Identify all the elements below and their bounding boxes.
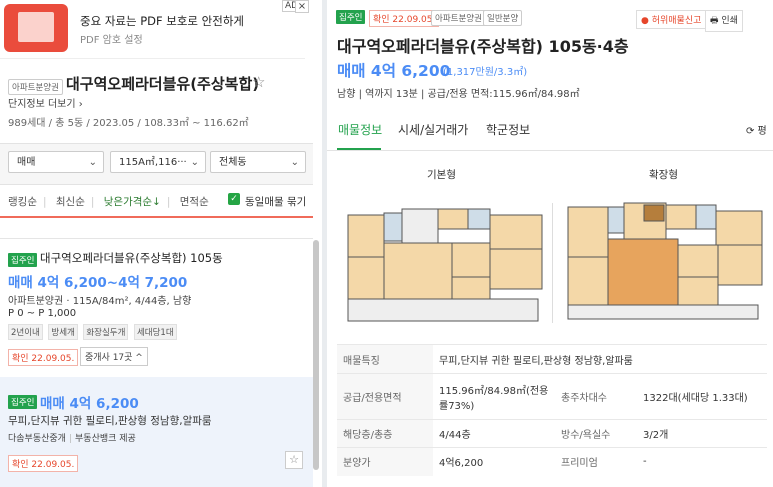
- same-listing-checkbox[interactable]: ✓: [228, 193, 240, 205]
- separator: |: [68, 434, 73, 444]
- spec-value: 1322대(세대당 1.33대): [637, 373, 767, 420]
- trade-type-select[interactable]: 매매 ⌄: [8, 151, 104, 173]
- complex-detail-link[interactable]: 단지정보 더보기 ›: [8, 95, 83, 110]
- spec-table: 매물특징 무피,단지뷰 귀한 필로티,판상형 정남향,알파룸 공급/전용면적 1…: [337, 344, 767, 476]
- detail-price: 매매 4억 6,200: [337, 62, 451, 80]
- divider: [0, 238, 313, 239]
- tab-listing-info[interactable]: 매물정보: [338, 121, 382, 138]
- listing-panel: 중요 자료는 PDF 보호로 안전하게 PDF 암호 설정 AD × 아파트분양…: [0, 0, 322, 487]
- feature-tag: 화장실두개: [83, 324, 129, 340]
- spec-row: 공급/전용면적 115.96㎡/84.98㎡(전용률73%) 총주차대수 132…: [337, 373, 767, 420]
- prev-item-edge: [0, 216, 313, 218]
- tab-school-info[interactable]: 학군정보: [486, 121, 530, 138]
- chevron-down-icon: ⌄: [290, 157, 299, 168]
- floorplan-basic-label: 기본형: [427, 169, 456, 181]
- spec-value: 4/44층: [433, 419, 555, 448]
- spec-value: 115.96㎡/84.98㎡(전용률73%): [433, 373, 555, 420]
- feature-tag: 세대당1대: [133, 324, 177, 340]
- ad-title[interactable]: 중요 자료는 PDF 보호로 안전하게: [80, 13, 244, 29]
- spec-value: 3/2개: [637, 419, 767, 448]
- price-per-unit: (1,317만원/3.3㎡): [443, 67, 528, 78]
- agent-info: 다솜부동산중개 | 부동산뱅크 제공: [8, 431, 136, 444]
- favorite-star-icon[interactable]: ☆: [285, 451, 303, 469]
- confirmed-date: 확인 22.09.05.: [8, 455, 79, 472]
- listing-feature-tags: 2년이내 방세개 화장실두개 세대당1대: [8, 324, 179, 340]
- feature-tag: 방세개: [48, 324, 78, 340]
- listing-feature: 무피,단지뷰 귀한 필로티,판상형 정남향,알파룸: [8, 415, 212, 427]
- dong-value: 전체동: [219, 157, 247, 168]
- listing-detail: 아파트분양권 · 115A/84m², 4/44층, 남향: [8, 296, 192, 307]
- area-value: 115A㎡,116···: [119, 157, 187, 168]
- agent-name[interactable]: 다솜부동산중개: [8, 434, 66, 444]
- owner-tag: 집주인: [8, 395, 38, 409]
- spec-key: 프리미엄: [555, 447, 637, 476]
- spec-value: -: [637, 447, 767, 476]
- ad-close-icon[interactable]: ×: [295, 0, 309, 13]
- detail-tabs: [327, 113, 773, 151]
- spec-key: 방수/욕실수: [555, 419, 637, 448]
- spec-value: 무피,단지뷰 귀한 필로티,판상형 정남향,알파룸: [433, 344, 767, 374]
- spec-key: 매물특징: [337, 344, 433, 374]
- floorplan-extended-image[interactable]: [560, 185, 770, 335]
- owner-tag: 집주인: [336, 10, 366, 24]
- spec-key: 해당층/총층: [337, 419, 433, 448]
- complex-type-tag: 아파트분양권: [8, 79, 63, 95]
- floorplan-extended-label: 확장형: [649, 169, 678, 181]
- ad-subtitle: PDF 암호 설정: [80, 35, 143, 46]
- ad-banner[interactable]: 중요 자료는 PDF 보호로 안전하게 PDF 암호 설정 AD ×: [0, 0, 309, 59]
- active-tab-underline: [337, 148, 381, 150]
- sort-options: 랭킹순 | 최신순 | 낮은가격순↓ | 면적순: [8, 196, 209, 208]
- tab-price-history[interactable]: 시세/실거래가: [398, 121, 468, 138]
- favorite-star-icon[interactable]: ☆: [252, 73, 265, 91]
- listing-premium: P 0 ~ P 1,000: [8, 308, 77, 319]
- trade-type-value: 매매: [17, 157, 36, 168]
- feature-tag: 2년이내: [8, 324, 43, 340]
- spec-value: 4억6,200: [433, 447, 555, 476]
- tab-more[interactable]: ⟳ 평: [746, 122, 767, 137]
- detail-summary: 남향 | 역까지 13분 | 공급/전용 면적:115.96㎡/84.98㎡: [337, 89, 580, 100]
- sort-area[interactable]: 면적순: [180, 196, 209, 208]
- broker-count-button[interactable]: 중개사 17곳 ^: [80, 347, 148, 366]
- chevron-down-icon: ⌄: [88, 157, 97, 168]
- ad-thumbnail: [4, 4, 68, 52]
- spec-row: 매물특징 무피,단지뷰 귀한 필로티,판상형 정남향,알파룸: [337, 344, 767, 374]
- confirmed-date: 확인 22.09.05.: [8, 349, 79, 366]
- sort-ranking[interactable]: 랭킹순: [8, 196, 37, 208]
- spec-row: 분양가 4억6,200 프리미엄 -: [337, 447, 767, 476]
- floorplan-separator: [552, 203, 553, 323]
- complex-name: 대구역오페라더블유(주상복합): [66, 75, 260, 93]
- complex-summary: 989세대 / 총 5동 / 2023.05 / 108.33㎡ ~ 116.6…: [8, 118, 249, 129]
- property-type-tag: 아파트분양권: [431, 10, 486, 26]
- report-false-listing-button[interactable]: ● 허위매물신고: [636, 10, 707, 29]
- scrollbar[interactable]: [313, 240, 319, 470]
- ad-thumbnail-doc: [18, 12, 54, 42]
- listing-price[interactable]: 매매 4억 6,200~4억 7,200: [8, 271, 187, 291]
- sort-low-price[interactable]: 낮은가격순↓: [104, 196, 161, 208]
- floorplan-basic-image[interactable]: [340, 185, 550, 335]
- print-button[interactable]: 🖶 인쇄: [705, 10, 743, 32]
- same-listing-label[interactable]: 동일매물 묶기: [245, 194, 306, 209]
- data-provider: 부동산뱅크 제공: [75, 434, 136, 444]
- detail-title: 대구역오페라더블유(주상복합) 105동·4층: [337, 37, 629, 56]
- spec-key: 총주차대수: [555, 373, 637, 420]
- chevron-down-icon: ⌄: [190, 157, 199, 168]
- panel-divider[interactable]: [322, 0, 327, 487]
- spec-key: 공급/전용면적: [337, 373, 433, 420]
- confirmed-date: 확인 22.09.05.: [369, 10, 440, 27]
- listing-price[interactable]: 매매 4억 6,200: [40, 392, 139, 412]
- area-select[interactable]: 115A㎡,116··· ⌄: [110, 151, 206, 173]
- listing-title[interactable]: 대구역오페라더블유(주상복합) 105동: [40, 250, 223, 266]
- owner-tag: 집주인: [8, 253, 38, 267]
- dong-select[interactable]: 전체동 ⌄: [210, 151, 306, 173]
- sort-latest[interactable]: 최신순: [56, 196, 85, 208]
- spec-key: 분양가: [337, 447, 433, 476]
- spec-row: 해당층/총층 4/44층 방수/욕실수 3/2개: [337, 419, 767, 448]
- sale-type-tag: 일반분양: [483, 10, 523, 26]
